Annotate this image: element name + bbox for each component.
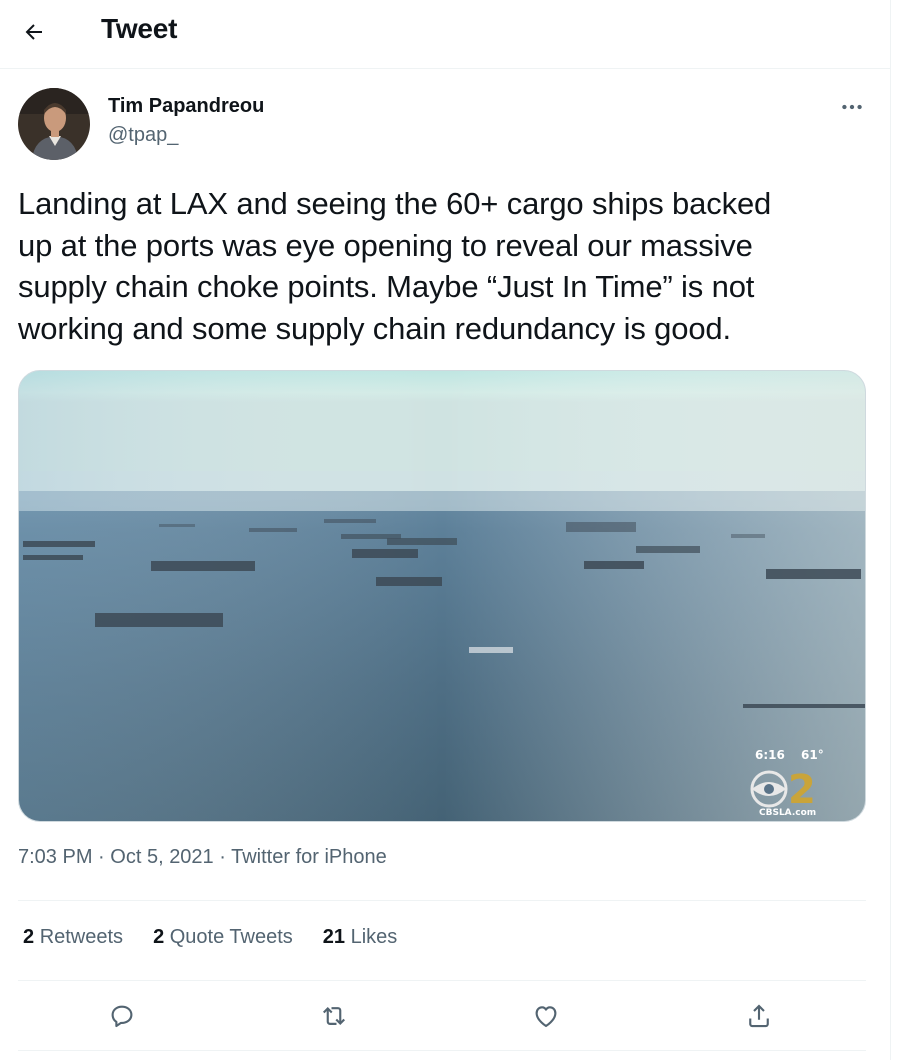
retweet-icon <box>322 1006 346 1026</box>
like-button[interactable] <box>524 994 568 1038</box>
meta-separator: · <box>219 846 226 868</box>
watermark-site: CBSLA.com <box>759 808 816 818</box>
likes-stat[interactable]: 21 Likes <box>323 926 398 949</box>
reply-button[interactable] <box>100 994 144 1038</box>
divider <box>18 980 866 981</box>
like-icon <box>535 1006 557 1028</box>
overlay-temp: 61° <box>801 748 824 762</box>
tweet-time[interactable]: 7:03 PM <box>18 846 92 868</box>
more-options-button[interactable] <box>832 92 872 122</box>
quote-tweets-count: 2 <box>153 926 165 948</box>
tweet-column: Tweet Tim Papandreou @tpap_ Landing at L… <box>0 0 891 1060</box>
back-button[interactable] <box>14 12 54 52</box>
author-name[interactable]: Tim Papandreou <box>108 95 264 118</box>
tweet-metadata: 7:03 PM · Oct 5, 2021 · Twitter for iPho… <box>18 846 387 869</box>
more-horizontal-icon <box>842 104 862 110</box>
overlay-time: 6:16 <box>755 748 785 762</box>
divider <box>18 1050 866 1051</box>
tweet-text: Landing at LAX and seeing the 60+ cargo … <box>18 186 772 346</box>
quote-tweets-stat[interactable]: 2 Quote Tweets <box>153 926 293 949</box>
quote-tweets-label: Quote Tweets <box>169 926 293 948</box>
tweet-actions-bar <box>0 994 890 1038</box>
watermark-number: 2 <box>788 767 816 813</box>
reply-icon <box>111 1005 133 1028</box>
retweets-count: 2 <box>23 926 35 948</box>
divider <box>18 900 866 901</box>
avatar[interactable] <box>18 88 90 160</box>
tweet-source[interactable]: Twitter for iPhone <box>231 846 387 868</box>
retweets-stat[interactable]: 2 Retweets <box>23 926 123 949</box>
header-bar: Tweet <box>0 0 890 69</box>
meta-separator: · <box>98 846 105 868</box>
page-title: Tweet <box>101 13 178 44</box>
tweet-stats: 2 Retweets 2 Quote Tweets 21 Likes <box>23 926 427 949</box>
likes-count: 21 <box>322 926 346 948</box>
retweet-button[interactable] <box>312 994 356 1038</box>
author-handle[interactable]: @tpap_ <box>108 124 178 147</box>
tweet-media-image[interactable]: 6:16 61° 2 CBSLA.com <box>18 370 866 822</box>
tweet-date[interactable]: Oct 5, 2021 <box>110 846 213 868</box>
likes-label: Likes <box>350 926 398 948</box>
retweets-label: Retweets <box>39 926 124 948</box>
arrow-left-icon <box>25 24 42 40</box>
share-button[interactable] <box>737 994 781 1038</box>
share-icon <box>749 1004 769 1028</box>
